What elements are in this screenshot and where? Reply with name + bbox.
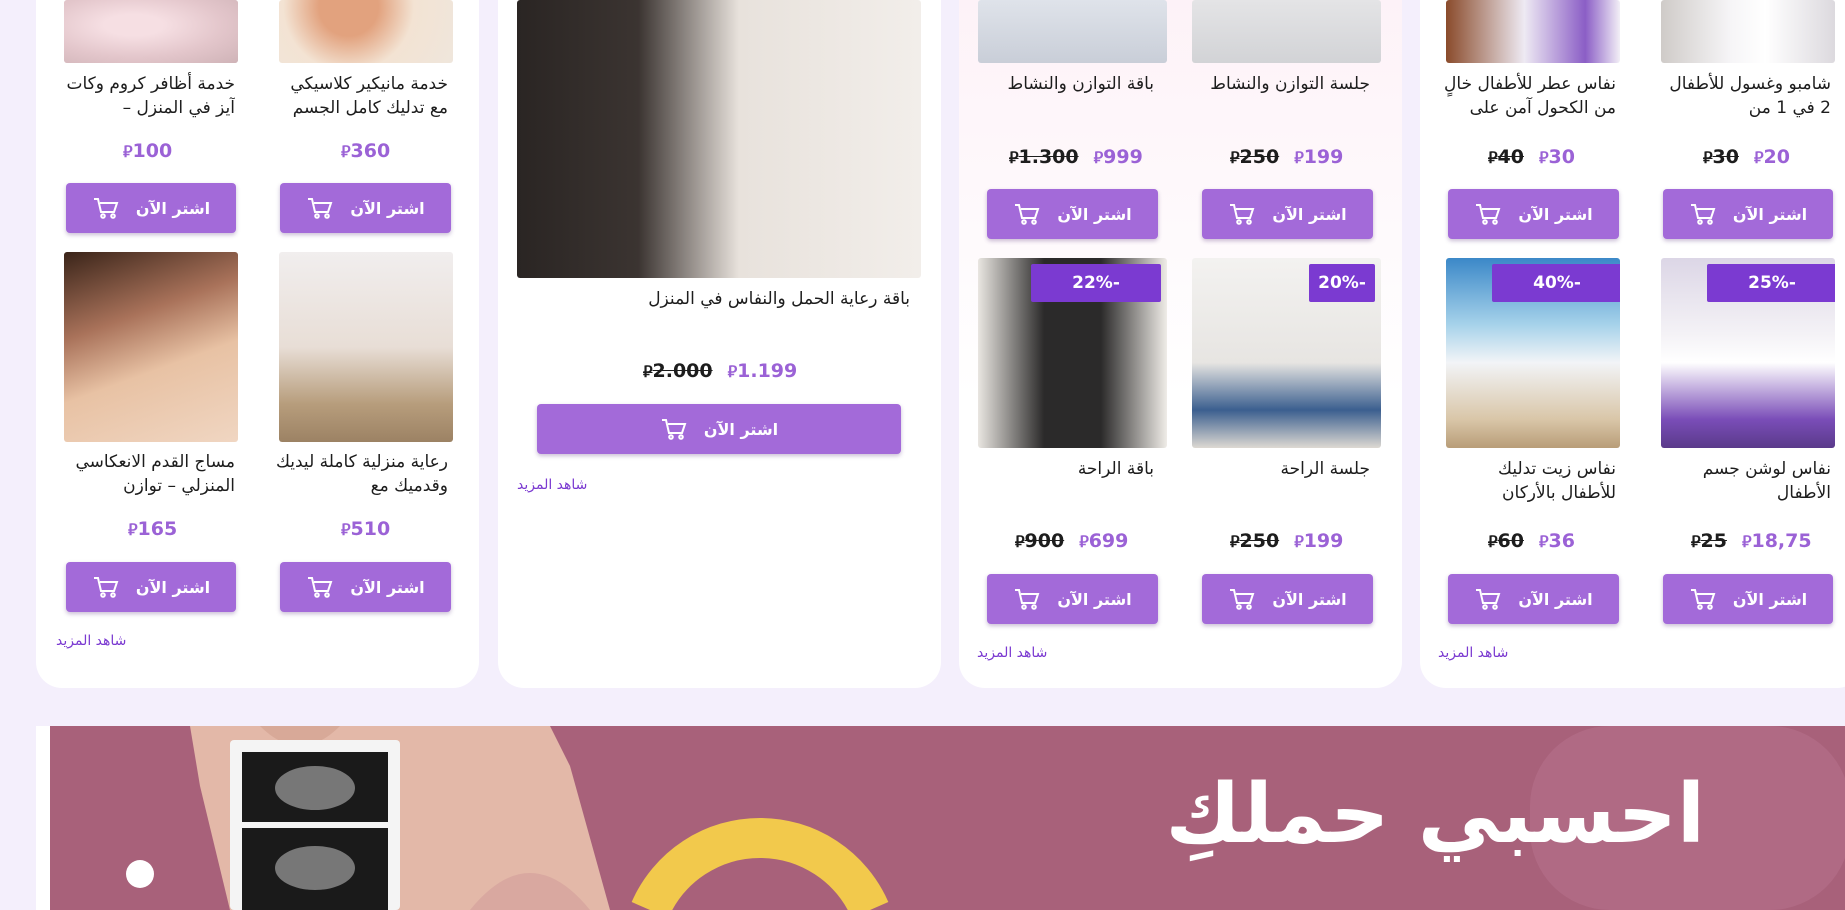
discount-badge: 22%- [1031, 264, 1161, 302]
current-price: ⃁36 [1538, 530, 1575, 552]
cart-icon [1690, 204, 1716, 225]
cart-icon [1690, 589, 1716, 610]
product-title[interactable]: مساج القدم الانعكاسي المنزلي – توازن [55, 450, 235, 500]
product-price: ⃁199 ⃁250 [1227, 530, 1343, 552]
product-title[interactable]: جلسة التوازن والنشاط [1192, 72, 1370, 100]
old-price: ⃁1.300 [1009, 146, 1079, 168]
current-price: ⃁18,75 [1741, 530, 1812, 552]
old-price: ⃁60 [1488, 530, 1524, 552]
product-price: ⃁20 ⃁30 [1700, 146, 1790, 168]
product-price: ⃁30 ⃁40 [1485, 146, 1575, 168]
product-price: ⃁999 ⃁1.300 [1006, 146, 1143, 168]
product-title[interactable]: جلسة الراحة [1192, 457, 1370, 485]
product-title[interactable]: نفاس عطر للأطفال خالٍ من الكحول آمن على [1440, 72, 1616, 122]
buy-now-button[interactable]: اشتر الآن [987, 189, 1158, 239]
product-image[interactable] [64, 0, 238, 63]
buy-now-button[interactable]: اشتر الآن [1663, 574, 1833, 624]
product-image[interactable]: 22%- [978, 258, 1167, 448]
cart-icon [308, 577, 333, 598]
current-price: ⃁999 [1093, 146, 1143, 168]
product-price: ⃁18,75 ⃁25 [1688, 530, 1812, 552]
discount-badge: 40%- [1492, 264, 1620, 302]
product-image[interactable] [517, 0, 921, 278]
cart-icon [1476, 204, 1501, 225]
old-price: ⃁250 [1230, 146, 1280, 168]
old-price: ⃁25 [1691, 530, 1727, 552]
current-price: ⃁30 [1538, 146, 1575, 168]
product-price: ⃁360 [338, 140, 390, 162]
see-more-link[interactable]: شاهد المزيد [517, 477, 587, 493]
product-image[interactable] [978, 0, 1167, 63]
old-price: ⃁2.000 [643, 360, 713, 382]
product-price: ⃁36 ⃁60 [1485, 530, 1575, 552]
see-more-link[interactable]: شاهد المزيد [1438, 645, 1508, 661]
product-price: ⃁199 ⃁250 [1227, 146, 1343, 168]
current-price: ⃁1.199 [727, 360, 798, 382]
product-image[interactable]: 25%- [1661, 258, 1835, 448]
buy-now-button[interactable]: اشتر الآن [1202, 574, 1373, 624]
product-title[interactable]: رعاية منزلية كاملة ليديك وقدميك مع [268, 450, 448, 500]
cart-icon [93, 577, 119, 598]
pregnancy-calculator-banner[interactable]: احسبي حملكِ [36, 726, 1845, 910]
product-image[interactable] [1446, 0, 1620, 63]
current-price: ⃁699 [1079, 530, 1129, 552]
discount-badge: 25%- [1707, 264, 1835, 302]
buy-now-button[interactable]: اشتر الآن [1448, 574, 1619, 624]
product-image[interactable] [1661, 0, 1835, 63]
current-price: ⃁199 [1294, 146, 1344, 168]
buy-now-button[interactable]: اشتر الآن [280, 183, 451, 233]
buy-now-button[interactable]: اشتر الآن [987, 574, 1158, 624]
product-price: ⃁100 [120, 140, 172, 162]
buy-now-button[interactable]: اشتر الآن [1663, 189, 1833, 239]
cart-icon [1476, 589, 1501, 610]
product-image[interactable] [279, 252, 453, 442]
cart-icon [308, 198, 333, 219]
product-price: ⃁699 ⃁900 [1012, 530, 1128, 552]
old-price: ⃁900 [1015, 530, 1065, 552]
buy-now-button[interactable]: اشتر الآن [280, 562, 451, 612]
buy-now-button[interactable]: اشتر الآن [66, 183, 236, 233]
product-title[interactable]: نفاس لوشن جسم الأطفال [1655, 457, 1831, 507]
product-title[interactable]: باقة الراحة [978, 457, 1154, 485]
cart-icon [93, 198, 119, 219]
current-price: ⃁360 [341, 140, 391, 162]
product-price: ⃁1.199 ⃁2.000 [640, 360, 797, 382]
cart-icon [1230, 204, 1255, 225]
current-price: ⃁100 [123, 140, 173, 162]
old-price: ⃁40 [1488, 146, 1524, 168]
product-title[interactable]: باقة رعاية الحمل والنفاس في المنزل [520, 287, 910, 315]
product-title[interactable]: خدمة أظافر كروم وكات آيز في المنزل – [55, 72, 236, 122]
discount-badge: 20%- [1309, 264, 1375, 302]
cart-icon [661, 419, 687, 440]
current-price: ⃁199 [1294, 530, 1344, 552]
product-price: ⃁165 [125, 518, 177, 540]
see-more-link[interactable]: شاهد المزيد [56, 633, 126, 649]
product-title[interactable]: نفاس زيت تدليك للأطفال بالأركان [1440, 457, 1616, 507]
current-price: ⃁20 [1753, 146, 1790, 168]
current-price: ⃁165 [128, 518, 178, 540]
product-image[interactable]: 20%- [1192, 258, 1381, 448]
product-title[interactable]: باقة التوازن والنشاط [978, 72, 1154, 100]
buy-now-button[interactable]: اشتر الآن [537, 404, 901, 454]
current-price: ⃁510 [341, 518, 391, 540]
product-image[interactable]: 40%- [1446, 258, 1620, 448]
product-image[interactable] [279, 0, 453, 63]
product-title[interactable]: خدمة مانيكير كلاسيكي مع تدليك كامل الجسم [268, 72, 448, 122]
product-image[interactable] [1192, 0, 1381, 63]
product-image[interactable] [64, 252, 238, 442]
buy-now-button[interactable]: اشتر الآن [1202, 189, 1373, 239]
buy-now-button[interactable]: اشتر الآن [66, 562, 236, 612]
banner-headline: احسبي حملكِ [1165, 767, 1705, 862]
product-price: ⃁510 [338, 518, 390, 540]
old-price: ⃁30 [1703, 146, 1739, 168]
cart-icon [1015, 204, 1040, 225]
see-more-link[interactable]: شاهد المزيد [977, 645, 1047, 661]
buy-now-button[interactable]: اشتر الآن [1448, 189, 1619, 239]
cart-icon [1015, 589, 1040, 610]
cart-icon [1230, 589, 1255, 610]
product-title[interactable]: شامبو وغسول للأطفال 2 في 1 من [1655, 72, 1831, 122]
old-price: ⃁250 [1230, 530, 1280, 552]
